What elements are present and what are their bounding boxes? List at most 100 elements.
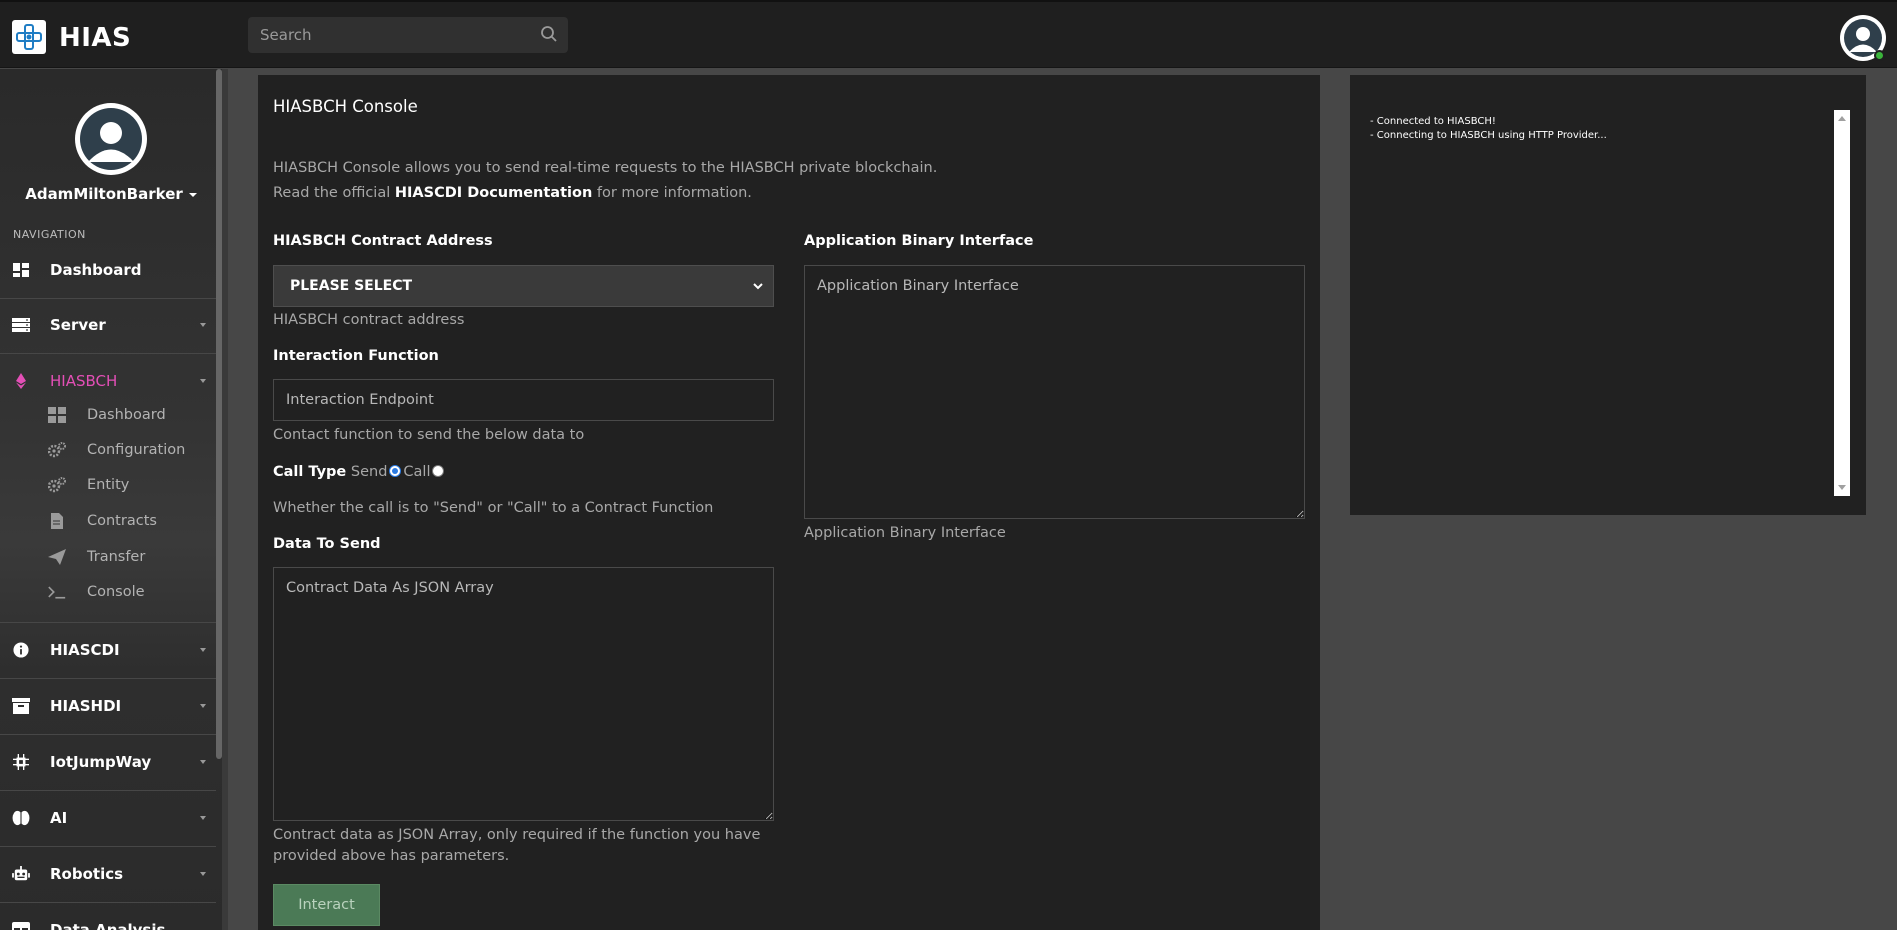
page-title: HIASBCH Console xyxy=(273,97,418,116)
sidebar-item-ai[interactable]: AI xyxy=(0,796,216,840)
search-icon[interactable] xyxy=(540,25,558,43)
sidebar-subitem-dashboard[interactable]: Dashboard xyxy=(48,401,216,431)
interact-button[interactable]: Interact xyxy=(273,884,380,926)
terminal-icon xyxy=(48,586,66,599)
archive-icon xyxy=(12,698,30,714)
profile-avatar-icon xyxy=(80,108,142,170)
call-type-label: Call Type xyxy=(273,464,347,480)
sidebar-subitem-entity[interactable]: Entity xyxy=(48,471,216,501)
profile-menu[interactable]: AdamMiltonBarker xyxy=(0,185,222,203)
brand-title: HIAS xyxy=(59,23,132,53)
call-type-group: Call Type Send Call xyxy=(273,464,446,480)
sidebar-item-robotics[interactable]: Robotics xyxy=(0,852,216,896)
sidebar-item-label: HIASHDI xyxy=(50,697,122,715)
sidebar-item-data-analysis[interactable]: Data Analysis xyxy=(0,908,216,930)
contract-address-select[interactable]: PLEASE SELECT xyxy=(273,265,774,307)
brain-icon xyxy=(12,810,30,826)
abi-textarea[interactable] xyxy=(804,265,1305,519)
console-form-card: HIASBCH Console HIASBCH Console allows y… xyxy=(258,75,1320,930)
paper-plane-icon xyxy=(48,549,66,565)
sidebar-item-hiasbch[interactable]: HIASBCH xyxy=(0,359,216,403)
sidebar-item-label: HIASBCH xyxy=(50,372,118,390)
sidebar-subitem-configuration[interactable]: Configuration xyxy=(48,436,216,466)
nav-divider xyxy=(0,353,216,354)
scroll-down-arrow-icon[interactable] xyxy=(1838,485,1846,490)
caret-down-icon xyxy=(200,872,206,876)
scroll-up-arrow-icon[interactable] xyxy=(1838,116,1846,121)
sidebar-item-dashboard[interactable]: Dashboard xyxy=(0,248,216,292)
logo-icon xyxy=(16,24,42,50)
sidebar-subitem-label: Contracts xyxy=(87,513,157,529)
nav-divider xyxy=(0,790,216,791)
sidebar-subitem-console[interactable]: Console xyxy=(48,578,216,608)
caret-down-icon xyxy=(200,816,206,820)
nav-divider xyxy=(0,846,216,847)
sidebar-item-label: Robotics xyxy=(50,865,124,883)
call-type-send-radio[interactable] xyxy=(389,465,402,477)
chevron-down-icon xyxy=(753,283,763,290)
caret-down-icon xyxy=(200,323,206,327)
profile-avatar[interactable] xyxy=(75,103,147,175)
sidebar-item-server[interactable]: Server xyxy=(0,303,216,347)
data-to-send-help-line1: Contract data as JSON Array, only requir… xyxy=(273,827,761,843)
sidebar-item-label: AI xyxy=(50,809,68,827)
sidebar-subitem-label: Configuration xyxy=(87,442,186,458)
call-type-call-radio[interactable] xyxy=(432,465,445,477)
dashboard-icon xyxy=(13,263,29,277)
interaction-endpoint-input[interactable] xyxy=(273,379,774,421)
table-icon xyxy=(12,922,30,930)
online-status-dot xyxy=(1874,50,1885,61)
call-type-call-label: Call xyxy=(403,464,431,480)
interaction-function-label: Interaction Function xyxy=(273,348,439,364)
top-bar: HIAS xyxy=(0,0,1897,68)
sidebar-edge xyxy=(222,69,228,930)
sidebar-scrollbar[interactable] xyxy=(216,69,222,759)
console-output-panel: - Connected to HIASBCH! - Connecting to … xyxy=(1350,75,1866,515)
server-icon xyxy=(12,318,30,332)
sidebar-subitem-transfer[interactable]: Transfer xyxy=(48,543,216,573)
search-input[interactable] xyxy=(248,17,528,53)
ethereum-icon xyxy=(16,373,26,389)
sidebar-item-label: IotJumpWay xyxy=(50,753,152,771)
abi-help: Application Binary Interface xyxy=(804,525,1006,541)
console-line: - Connected to HIASBCH! xyxy=(1370,116,1496,127)
nav-divider xyxy=(0,298,216,299)
caret-down-icon xyxy=(188,192,197,197)
sidebar-item-hiascdi[interactable]: HIASCDI xyxy=(0,628,216,672)
nav-divider xyxy=(0,678,216,679)
hias-logo[interactable] xyxy=(12,20,46,54)
nav-divider xyxy=(0,734,216,735)
data-to-send-textarea[interactable] xyxy=(273,567,774,821)
nav-divider xyxy=(0,622,216,623)
console-scrollbar[interactable] xyxy=(1834,110,1850,496)
documentation-note-prefix: Read the official xyxy=(273,185,395,201)
sidebar-subitem-label: Dashboard xyxy=(87,407,166,423)
call-type-send-label: Send xyxy=(350,464,388,480)
caret-down-icon xyxy=(200,379,206,383)
documentation-note: Read the official HIASCDI Documentation … xyxy=(273,185,752,201)
chip-icon xyxy=(13,754,29,770)
sidebar-item-label: Server xyxy=(50,316,106,334)
nav-heading: NAVIGATION xyxy=(13,228,86,241)
sidebar-item-iotjumpway[interactable]: IotJumpWay xyxy=(0,740,216,784)
search-box xyxy=(248,17,568,53)
sidebar-item-label: HIASCDI xyxy=(50,641,120,659)
profile-username: AdamMiltonBarker xyxy=(25,185,183,203)
data-to-send-label: Data To Send xyxy=(273,536,381,552)
sidebar-item-hiashdi[interactable]: HIASHDI xyxy=(0,684,216,728)
contract-address-label: HIASBCH Contract Address xyxy=(273,233,493,249)
documentation-link[interactable]: HIASCDI Documentation xyxy=(395,185,592,201)
caret-down-icon xyxy=(200,648,206,652)
abi-label: Application Binary Interface xyxy=(804,233,1034,249)
sidebar-subitem-label: Console xyxy=(87,584,145,600)
data-to-send-help-line2: provided above has parameters. xyxy=(273,848,510,864)
call-type-help: Whether the call is to "Send" or "Call" … xyxy=(273,500,714,516)
sidebar-item-label: Dashboard xyxy=(50,261,142,279)
contract-address-help: HIASBCH contract address xyxy=(273,312,465,328)
nav-divider xyxy=(0,902,216,903)
sidebar-subitem-contracts[interactable]: Contracts xyxy=(48,507,216,537)
cogs-icon xyxy=(48,442,66,458)
sidebar-subitem-label: Entity xyxy=(87,477,130,493)
interaction-function-help: Contact function to send the below data … xyxy=(273,427,585,443)
sidebar-subitem-label: Transfer xyxy=(87,549,146,565)
